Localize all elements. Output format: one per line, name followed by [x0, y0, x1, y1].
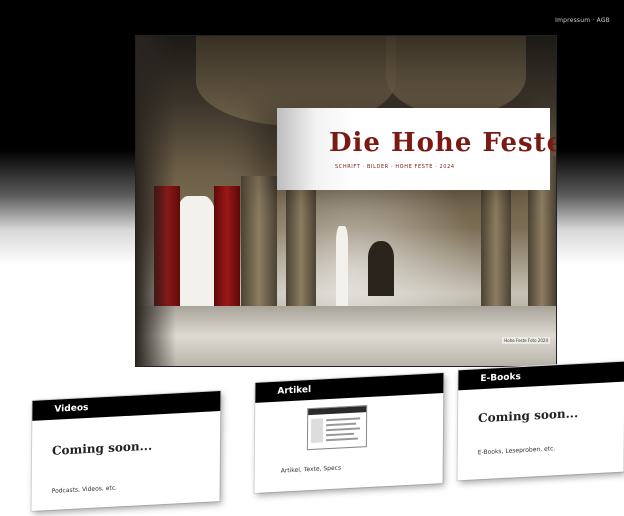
card-artikel[interactable]: Artikel Artikel, Texte, Specs: [254, 373, 444, 493]
card-ebooks[interactable]: E-Books Coming soon... E-Books, Leseprob…: [457, 361, 624, 481]
doorway: [368, 241, 394, 296]
floor: [136, 306, 556, 366]
hero-image: Die Hohe Feste SCHRIFT · BILDER · HOHE F…: [136, 36, 556, 366]
window-light: [336, 226, 348, 306]
card-coming-soon: Coming soon...: [51, 438, 153, 458]
article-thumbnail[interactable]: [306, 405, 368, 451]
card-videos[interactable]: Videos Coming soon... Podcasts, Videos, …: [31, 391, 221, 511]
site-title: Die Hohe Feste: [329, 128, 556, 158]
pillar: [481, 166, 511, 326]
card-title: Videos: [54, 402, 89, 415]
card-header: Videos: [32, 391, 221, 421]
shade: [136, 36, 176, 366]
card-description: Artikel, Texte, Specs: [280, 464, 342, 475]
photo-credit: Hohe Feste Foto 2024: [502, 337, 550, 344]
card-header: Artikel: [255, 373, 444, 403]
title-banner: Die Hohe Feste SCHRIFT · BILDER · HOHE F…: [277, 108, 556, 190]
vault-arch: [386, 36, 526, 116]
card-coming-soon: Coming soon...: [477, 406, 579, 426]
site-tagline: SCHRIFT · BILDER · HOHE FESTE · 2024: [335, 164, 455, 170]
card-title: E-Books: [480, 372, 521, 385]
card-description: Podcasts, Videos, etc.: [51, 484, 117, 495]
impressum-link[interactable]: Impressum · AGB: [555, 17, 610, 24]
card-description: E-Books, Leseproben, etc.: [477, 445, 556, 457]
window-light: [176, 196, 216, 316]
card-title: Artikel: [277, 384, 312, 397]
